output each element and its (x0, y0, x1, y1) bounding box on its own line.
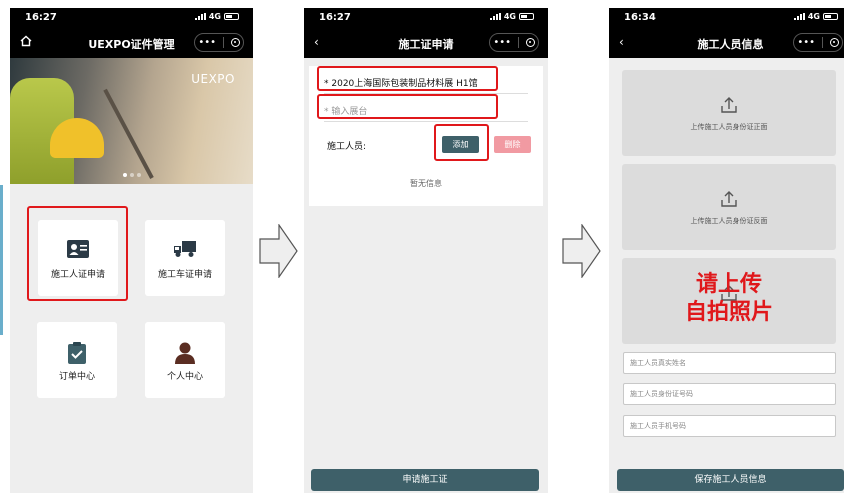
selfie-annotation-line1: 请上传 (695, 272, 762, 297)
delete-worker-button[interactable]: 删除 (494, 136, 531, 153)
worker-info-screen: 16:34 4G ‹ 施工人员信息 ••• 上传施工人员身份证正面 上传施工人员… (609, 8, 844, 493)
mini-program-capsule[interactable]: ••• (793, 33, 843, 52)
user-icon (175, 342, 195, 364)
close-icon[interactable] (829, 38, 839, 47)
upload-label: 上传施工人员身份证反面 (690, 217, 768, 225)
nav-bar: ‹ 施工人员信息 ••• (609, 28, 844, 58)
network-label: 4G (503, 12, 516, 21)
network-label: 4G (807, 12, 820, 21)
vehicle-pass-tile[interactable]: 施工车证申请 (145, 220, 225, 296)
clipboard-icon (68, 342, 86, 364)
tile-label: 订单中心 (58, 372, 95, 382)
battery-icon (519, 13, 534, 20)
phone-field[interactable]: 施工人员手机号码 (623, 415, 836, 437)
upload-icon (721, 97, 737, 113)
save-worker-button[interactable]: 保存施工人员信息 (617, 469, 844, 491)
nav-bar: ‹ 施工证申请 ••• (304, 28, 548, 58)
status-bar: 16:27 4G (304, 8, 548, 28)
personal-center-tile[interactable]: 个人中心 (145, 322, 225, 398)
more-icon[interactable]: ••• (493, 37, 511, 48)
id-number-field[interactable]: 施工人员身份证号码 (623, 383, 836, 405)
upload-id-back[interactable]: 上传施工人员身份证反面 (622, 164, 836, 250)
battery-icon (823, 13, 838, 20)
status-bar: 16:34 4G (609, 8, 844, 28)
battery-icon (224, 13, 239, 20)
banner-helmet-graphic (50, 118, 104, 158)
network-label: 4G (208, 12, 221, 21)
highlight-add-button (434, 124, 489, 161)
signal-indicator: 4G (194, 12, 239, 21)
close-icon[interactable] (230, 38, 240, 47)
highlight-exhibition (317, 66, 498, 91)
status-time: 16:27 (319, 12, 351, 23)
order-center-tile[interactable]: 订单中心 (37, 322, 117, 398)
signal-icon (489, 13, 501, 20)
signal-indicator: 4G (489, 12, 534, 21)
banner-crane-graphic (103, 88, 154, 179)
status-bar: 16:27 4G (10, 8, 253, 28)
upload-label: 上传施工人员身份证正面 (690, 123, 768, 131)
flow-arrow-icon (562, 224, 601, 278)
banner-carousel[interactable]: UEXPO (10, 58, 253, 184)
signal-icon (194, 13, 206, 20)
flow-arrow-icon (259, 224, 298, 278)
left-edge-strip (0, 185, 3, 335)
name-field[interactable]: 施工人员真实姓名 (623, 352, 836, 374)
upload-id-front[interactable]: 上传施工人员身份证正面 (622, 70, 836, 156)
banner-brand: UEXPO (191, 72, 235, 86)
truck-icon (174, 241, 196, 257)
upload-selfie[interactable]: 请上传 自拍照片 (622, 258, 836, 344)
status-time: 16:27 (25, 12, 57, 23)
carousel-dots (123, 173, 141, 177)
more-icon[interactable]: ••• (797, 37, 815, 48)
upload-icon (721, 191, 737, 207)
signal-icon (793, 13, 805, 20)
nav-bar: UEXPO证件管理 ••• (10, 28, 253, 58)
status-time: 16:34 (624, 12, 656, 23)
workers-label: 施工人员: (327, 142, 367, 152)
mini-program-capsule[interactable]: ••• (194, 33, 244, 52)
tile-label: 个人中心 (166, 372, 203, 382)
highlight-booth (317, 94, 498, 119)
selfie-annotation-line2: 自拍照片 (684, 300, 773, 325)
highlight-worker-pass (27, 206, 128, 301)
tile-label: 施工车证申请 (157, 270, 212, 280)
close-icon[interactable] (525, 38, 535, 47)
submit-application-button[interactable]: 申请施工证 (311, 469, 539, 491)
more-icon[interactable]: ••• (198, 37, 216, 48)
signal-indicator: 4G (793, 12, 838, 21)
mini-program-capsule[interactable]: ••• (489, 33, 539, 52)
empty-state-text: 暂无信息 (410, 179, 442, 188)
